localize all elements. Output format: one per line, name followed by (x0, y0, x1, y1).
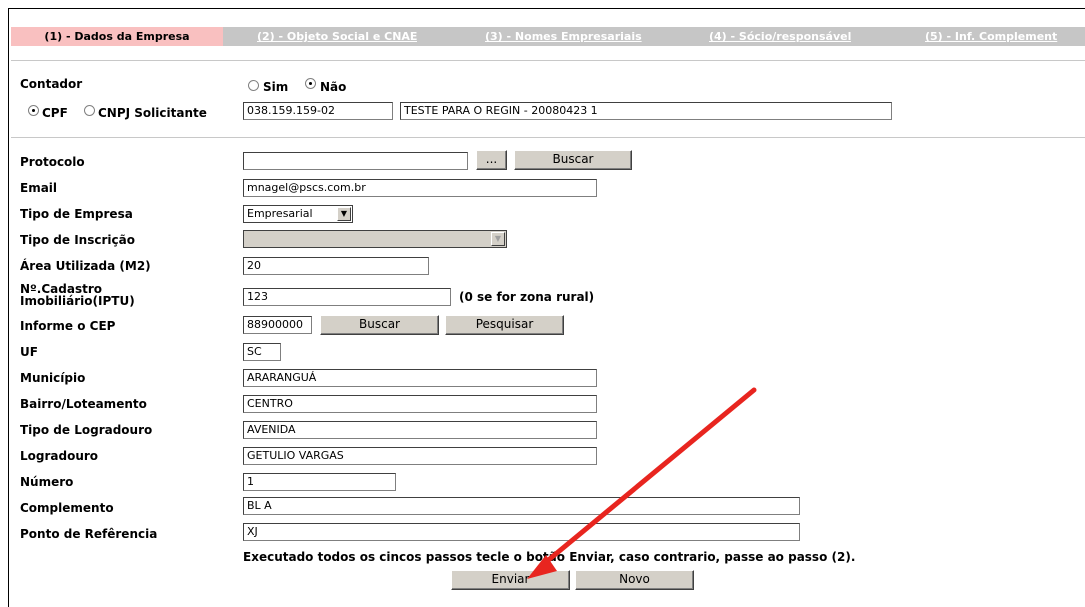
annotation-arrow-shaft (537, 387, 757, 570)
annotation-arrow-icon (527, 387, 757, 579)
